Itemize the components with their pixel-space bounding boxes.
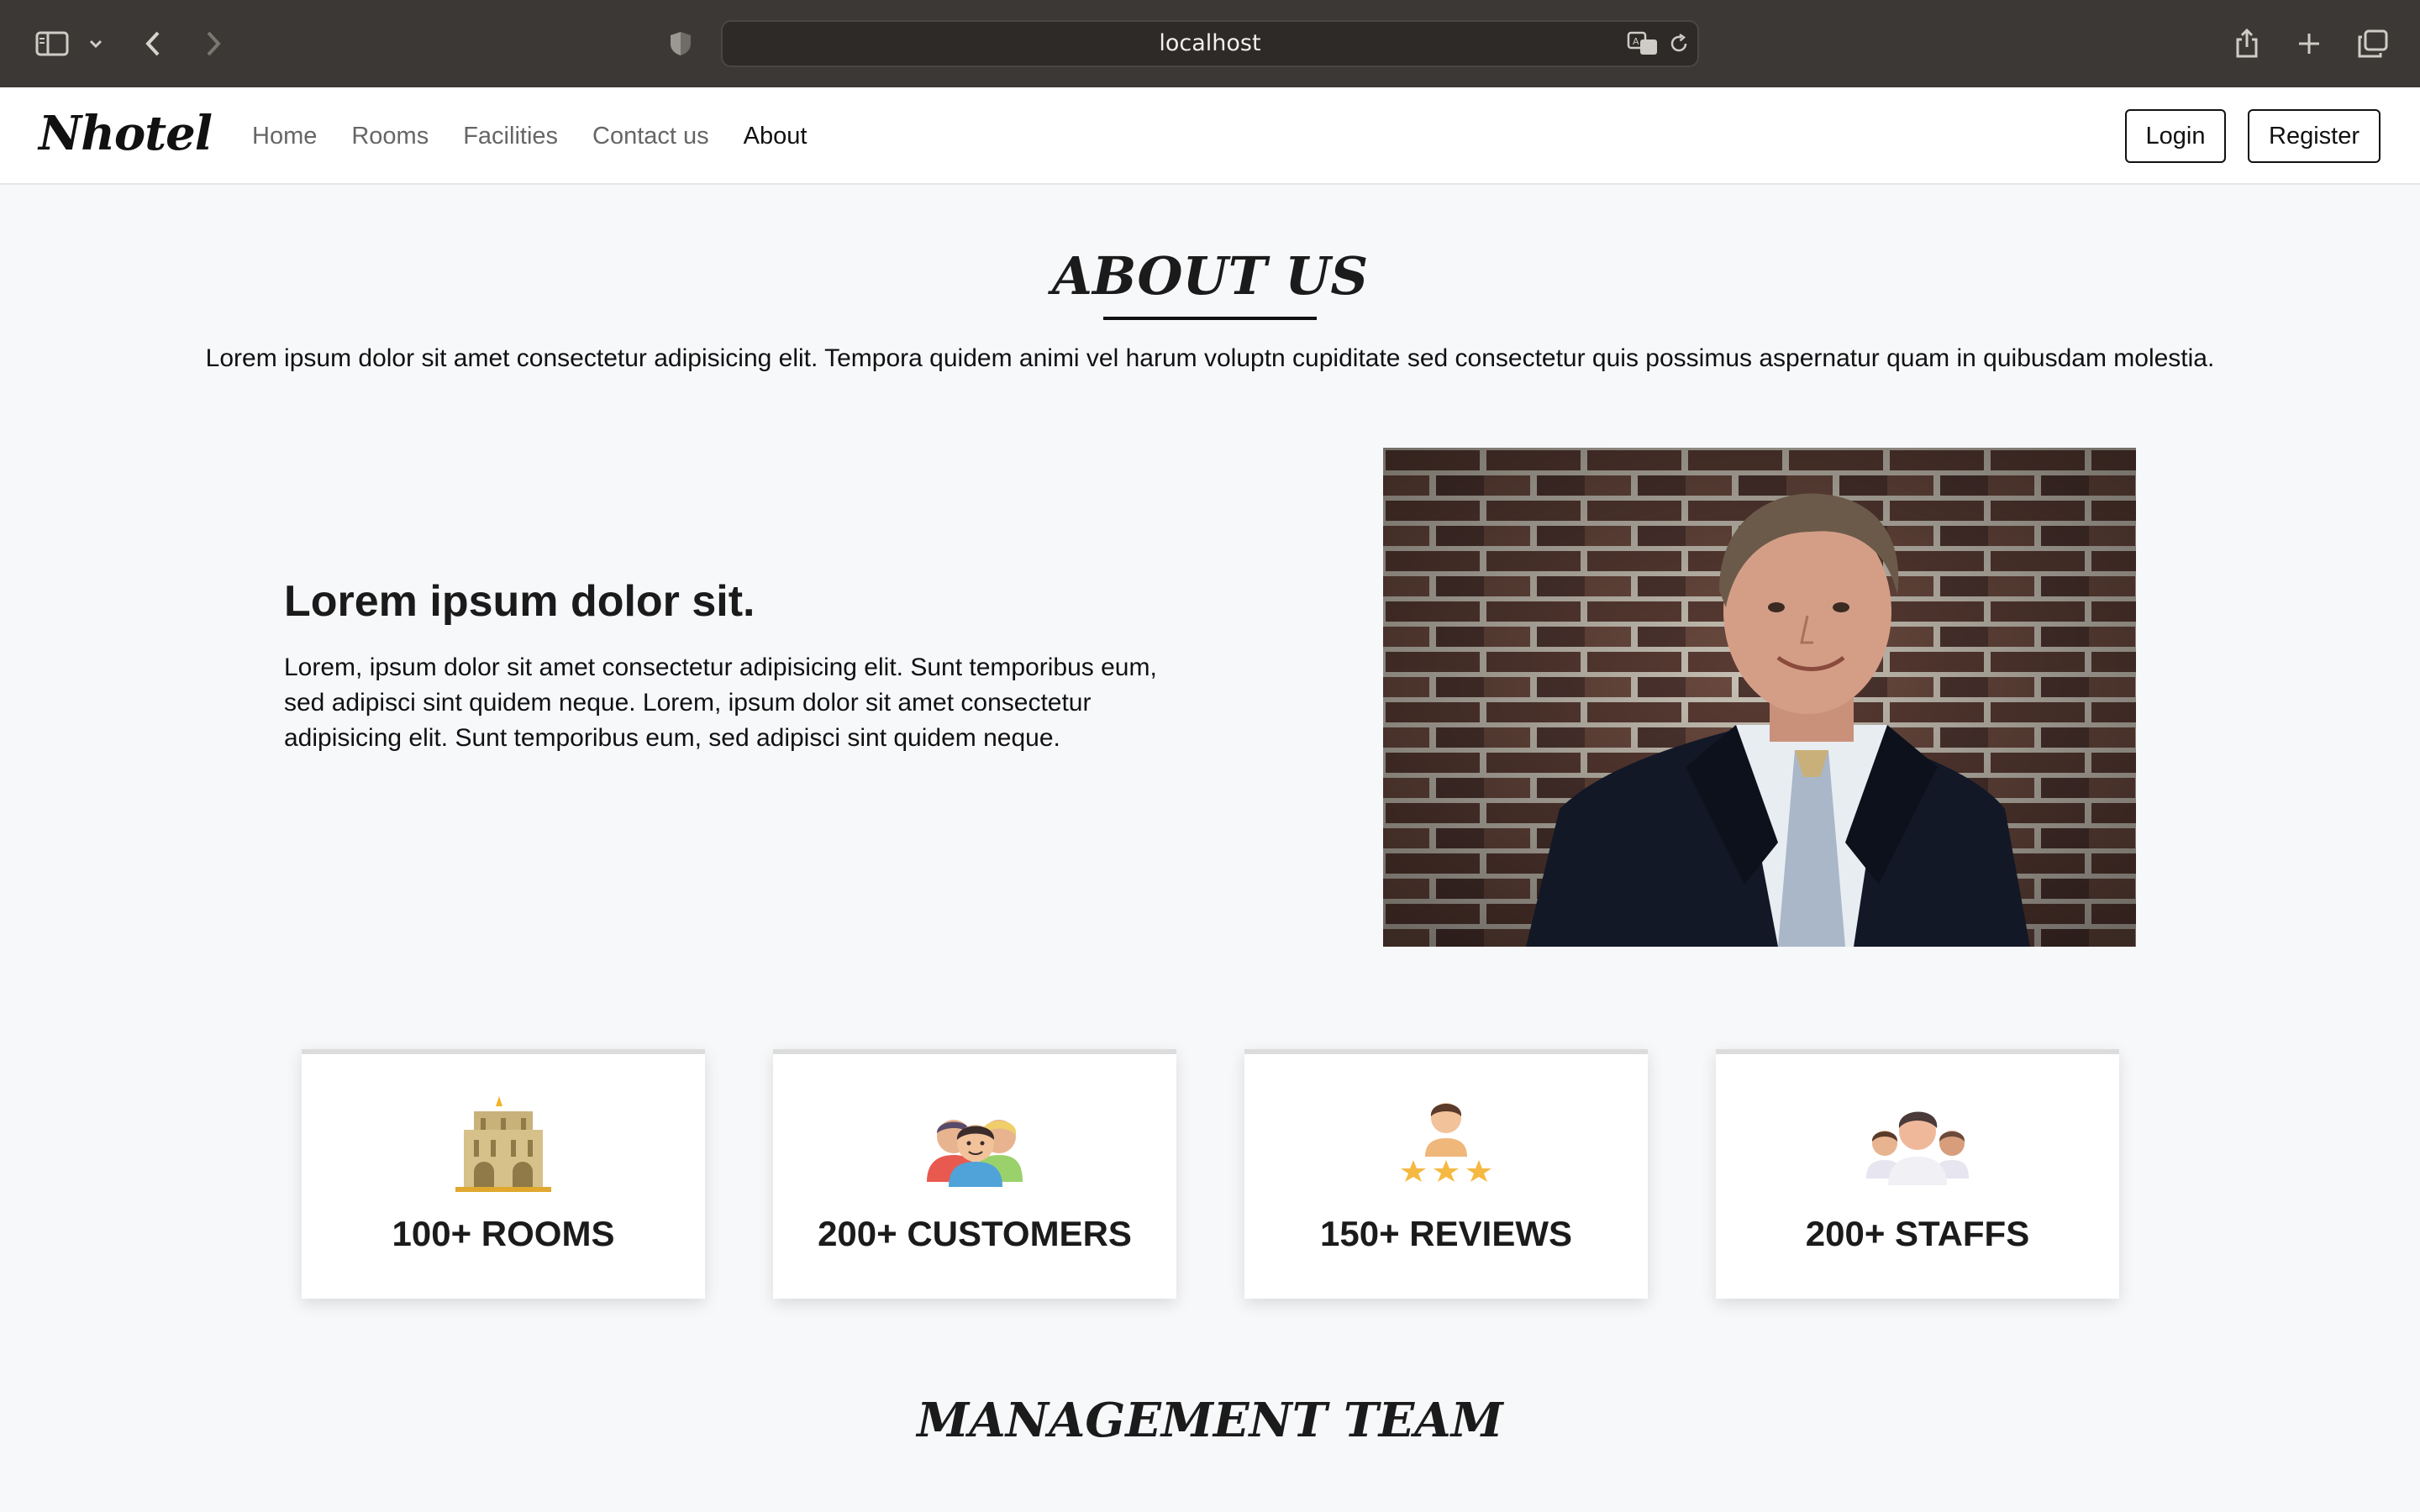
- about-intro: Lorem ipsum dolor sit amet consectetur a…: [205, 344, 2215, 372]
- sidebar-icon[interactable]: [32, 0, 72, 87]
- stat-label: 150+ REVIEWS: [1320, 1214, 1572, 1253]
- nav-link-contact[interactable]: Contact us: [592, 123, 709, 150]
- stat-card-reviews: 150+ REVIEWS: [1244, 1049, 1648, 1299]
- stat-card-staffs: 200+ STAFFS: [1716, 1049, 2119, 1299]
- nav-link-facilities[interactable]: Facilities: [463, 123, 558, 150]
- reviews-stars-icon: [1244, 1088, 1648, 1197]
- translate-icon[interactable]: A: [1627, 30, 1660, 60]
- stat-card-rooms: 100+ ROOMS: [302, 1049, 705, 1299]
- staff-team-icon: [1716, 1088, 2119, 1197]
- forward-icon[interactable]: [197, 0, 230, 87]
- about-paragraph: Lorem, ipsum dolor sit amet consectetur …: [284, 654, 1157, 752]
- nav-link-rooms[interactable]: Rooms: [351, 123, 429, 150]
- login-button[interactable]: Login: [2125, 109, 2226, 163]
- share-icon[interactable]: [2232, 0, 2262, 87]
- management-team-title: MANAGEMENT TEAM: [917, 1393, 1503, 1448]
- register-button[interactable]: Register: [2248, 109, 2381, 163]
- nav-link-home[interactable]: Home: [252, 123, 317, 150]
- about-photo: [1383, 448, 2136, 947]
- reload-icon[interactable]: [1667, 32, 1691, 59]
- title-underline: [1103, 317, 1317, 320]
- nav-links: Home Rooms Facilities Contact us About: [252, 87, 807, 185]
- hotel-building-icon: [302, 1088, 705, 1197]
- customers-group-icon: [773, 1088, 1176, 1197]
- address-bar[interactable]: localhost A: [721, 20, 1699, 67]
- stat-label: 200+ CUSTOMERS: [818, 1214, 1132, 1253]
- back-icon[interactable]: [136, 0, 170, 87]
- stat-label: 100+ ROOMS: [392, 1214, 615, 1253]
- tabs-overview-icon[interactable]: [2356, 0, 2390, 87]
- browser-toolbar: localhost A: [0, 0, 2420, 87]
- shield-icon[interactable]: [666, 0, 696, 87]
- chevron-down-icon[interactable]: [84, 0, 108, 87]
- site-logo[interactable]: Nhotel: [39, 106, 213, 161]
- about-title: ABOUT US: [1051, 245, 1369, 307]
- url-text: localhost: [1159, 30, 1261, 56]
- about-heading: Lorem ipsum dolor sit.: [284, 577, 755, 626]
- stat-card-customers: 200+ CUSTOMERS: [773, 1049, 1176, 1299]
- svg-text:A: A: [1633, 36, 1639, 47]
- nav-link-about[interactable]: About: [744, 123, 808, 150]
- new-tab-icon[interactable]: [2294, 0, 2324, 87]
- stat-label: 200+ STAFFS: [1805, 1214, 2030, 1253]
- site-navbar: Nhotel Home Rooms Facilities Contact us …: [0, 87, 2420, 185]
